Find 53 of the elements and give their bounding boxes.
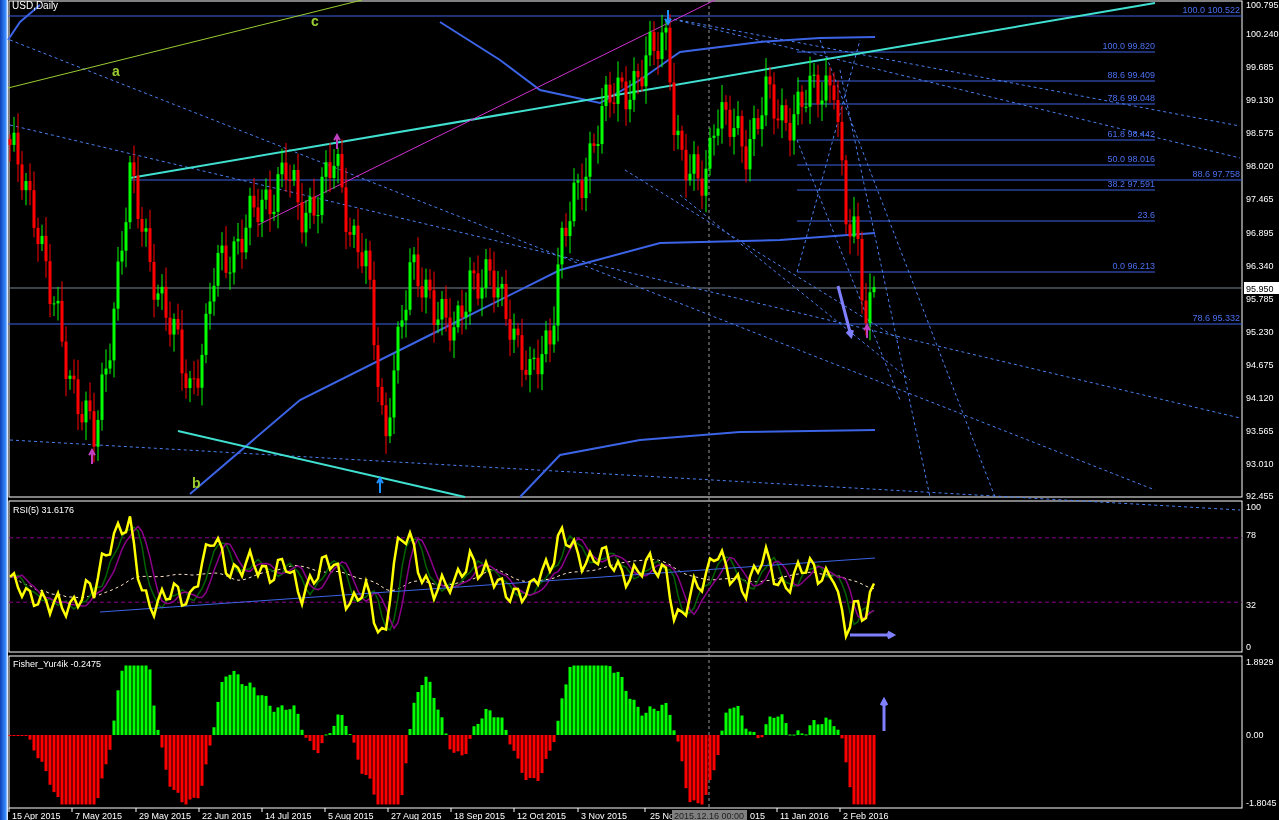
fib-level-label: 78.6 95.332: [1192, 313, 1240, 323]
rsi-axis-label: 100: [1246, 502, 1262, 512]
wave-label: a: [112, 63, 120, 79]
price-axis-label: 99.685: [1246, 62, 1274, 72]
date-label: 15 Apr 2015: [12, 811, 61, 820]
wave-label: b: [192, 475, 201, 491]
price-axis-label: 98.575: [1246, 128, 1274, 138]
fib-level-label: 0.0 96.213: [1112, 261, 1155, 271]
price-axis-label: 98.020: [1246, 161, 1274, 171]
price-axis-label: 94.675: [1246, 360, 1274, 370]
rsi-axis-label: 78: [1246, 530, 1256, 540]
date-label: 27 Aug 2015: [391, 811, 442, 820]
price-axis-label: 100.240: [1246, 29, 1279, 39]
price-axis-label: 95.230: [1246, 327, 1274, 337]
date-label: 12 Oct 2015: [517, 811, 567, 820]
fisher-axis-label: 0.00: [1246, 730, 1264, 740]
date-label: 7 May 2015: [75, 811, 123, 820]
fib-level-label: 50.0 98.016: [1107, 154, 1155, 164]
date-label: 29 May 2015: [139, 811, 192, 820]
price-axis-label: 97.465: [1246, 194, 1274, 204]
fisher-axis-label: 1.8929: [1246, 657, 1274, 667]
wave-label: c: [311, 13, 319, 29]
rsi-axis-label: 32: [1246, 600, 1256, 610]
date-label: 18 Sep 2015: [454, 811, 506, 820]
fib-level-label: 88.6 97.758: [1192, 169, 1240, 179]
fisher-title: Fisher_Yur4ik -0.2475: [13, 659, 102, 669]
chart-title: USD,Daily: [12, 0, 59, 11]
price-axis-label: 92.455: [1246, 491, 1274, 501]
price-axis-label: 93.010: [1246, 459, 1274, 469]
date-label: 015: [750, 811, 766, 820]
fisher-axis-label: -1.8045: [1246, 798, 1277, 808]
fib-level-label: 38.2 97.591: [1107, 179, 1155, 189]
price-axis-label: 96.340: [1246, 261, 1274, 271]
date-label: 5 Aug 2015: [328, 811, 374, 820]
price-axis-label: 95.785: [1246, 294, 1274, 304]
fib-level-label: 23.6: [1137, 210, 1155, 220]
date-label: 11 Jan 2016: [780, 811, 829, 820]
fib-level-label: 78.6 99.048: [1107, 93, 1155, 103]
price-axis-label: 94.120: [1246, 393, 1274, 403]
date-label: 3 Nov 2015: [581, 811, 628, 820]
date-label: 14 Jul 2015: [265, 811, 312, 820]
price-axis-label: 100.795: [1246, 0, 1279, 10]
price-axis-label: 96.895: [1246, 228, 1274, 238]
date-label: 2 Feb 2016: [843, 811, 889, 820]
price-axis-label: 99.130: [1246, 95, 1274, 105]
fib-level-label: 88.6 99.409: [1107, 70, 1155, 80]
date-label: 22 Jun 2015: [202, 811, 252, 820]
rsi-axis-label: 0: [1246, 642, 1251, 652]
fib-level-label: 100.0 100.522: [1182, 5, 1240, 15]
fib-level-label: 100.0 99.820: [1102, 41, 1155, 51]
rsi-title: RSI(5) 31.6176: [13, 505, 75, 515]
current-price-label: 95.950: [1244, 282, 1279, 294]
price-axis-label: 93.565: [1246, 426, 1274, 436]
